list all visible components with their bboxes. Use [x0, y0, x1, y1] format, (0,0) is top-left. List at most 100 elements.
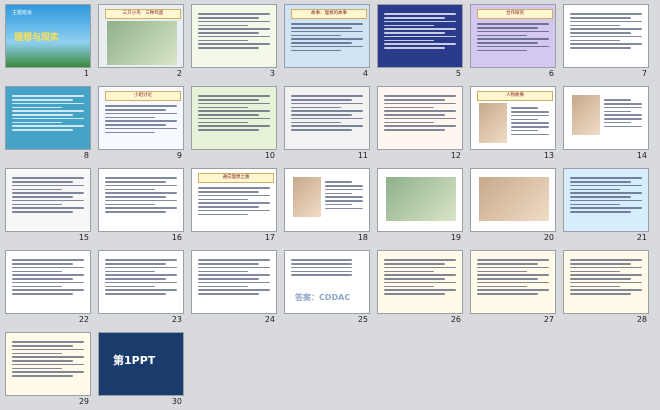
slide-number: 14	[636, 151, 647, 160]
slide-preview[interactable]: 第1PPT	[98, 332, 184, 396]
slide-thumbnail[interactable]: 5	[377, 4, 463, 80]
slide-thumbnail[interactable]: 11	[284, 86, 370, 162]
slide-text-lines	[570, 175, 642, 215]
slide-thumbnail[interactable]: 7	[563, 4, 649, 80]
slide-title: 三只小鸟 三种鸡蛋	[105, 9, 181, 19]
slide-number: 18	[357, 233, 368, 242]
slide-preview[interactable]: 合作探究	[470, 4, 556, 68]
slide-preview[interactable]	[5, 250, 91, 314]
slide-title: 人物故事	[477, 91, 553, 101]
slide-thumbnail[interactable]: 主题班会 理想与现实 1	[5, 4, 91, 80]
slide-thumbnail[interactable]: 16	[98, 168, 184, 244]
slide-number: 22	[78, 315, 89, 324]
slide-text-lines	[198, 257, 270, 297]
slide-preview[interactable]	[563, 168, 649, 232]
slide-title: 主题班会	[12, 10, 33, 16]
slide-number: 13	[543, 151, 554, 160]
slide-text-lines	[511, 105, 549, 137]
slide-thumbnail[interactable]: 26	[377, 250, 463, 326]
slide-preview[interactable]	[191, 4, 277, 68]
slide-thumbnail[interactable]: 12	[377, 86, 463, 162]
slide-image	[386, 177, 456, 221]
slide-preview[interactable]	[191, 86, 277, 150]
slide-thumbnail[interactable]: 28	[563, 250, 649, 326]
slide-image	[293, 177, 321, 217]
slide-number: 27	[543, 315, 554, 324]
slide-text-lines	[198, 185, 270, 217]
slide-thumbnail[interactable]: 19	[377, 168, 463, 244]
slide-number: 28	[636, 315, 647, 324]
slide-preview[interactable]	[470, 250, 556, 314]
slide-number: 7	[641, 69, 647, 78]
slide-thumbnail[interactable]: 第1PPT 30	[98, 332, 184, 408]
slide-preview[interactable]: 小组讨论	[98, 86, 184, 150]
slide-text-lines	[12, 257, 84, 297]
slide-preview[interactable]	[377, 4, 463, 68]
slide-sorter-grid: 主题班会 理想与现实 1 三只小鸟 三种鸡蛋 2 3 故事：理想的故事 4 5 合作探究 6 7 8 小组…	[0, 0, 660, 410]
slide-thumbnail[interactable]: 三只小鸟 三种鸡蛋 2	[98, 4, 184, 80]
slide-image	[107, 21, 177, 65]
slide-thumbnail[interactable]: 15	[5, 168, 91, 244]
slide-number: 23	[171, 315, 182, 324]
slide-preview[interactable]	[98, 168, 184, 232]
slide-thumbnail[interactable]: 人物故事 13	[470, 86, 556, 162]
slide-thumbnail[interactable]: 8	[5, 86, 91, 162]
slide-preview[interactable]: 故事：理想的故事	[284, 4, 370, 68]
slide-number: 17	[264, 233, 275, 242]
slide-thumbnail[interactable]: 21	[563, 168, 649, 244]
slide-text-lines	[570, 257, 642, 297]
slide-preview[interactable]: 主题班会 理想与现实	[5, 4, 91, 68]
slide-preview[interactable]	[5, 332, 91, 396]
slide-preview[interactable]	[191, 250, 277, 314]
slide-text-lines	[325, 179, 363, 211]
slide-preview[interactable]	[563, 4, 649, 68]
slide-thumbnail[interactable]: 29	[5, 332, 91, 408]
slide-thumbnail[interactable]: 18	[284, 168, 370, 244]
slide-thumbnail[interactable]: 合作探究 6	[470, 4, 556, 80]
slide-thumbnail[interactable]: 10	[191, 86, 277, 162]
slide-preview[interactable]	[98, 250, 184, 314]
slide-text-lines	[198, 11, 270, 51]
slide-preview[interactable]: 通向理想之路	[191, 168, 277, 232]
slide-title: 小组讨论	[105, 91, 181, 101]
slide-number: 29	[78, 397, 89, 406]
slide-text-lines	[604, 97, 642, 129]
slide-text-lines	[12, 339, 84, 379]
slide-preview[interactable]	[377, 86, 463, 150]
slide-preview[interactable]	[284, 86, 370, 150]
slide-text-lines	[105, 257, 177, 297]
slide-text-lines	[291, 257, 363, 278]
slide-thumbnail[interactable]: 故事：理想的故事 4	[284, 4, 370, 80]
slide-thumbnail[interactable]: 3	[191, 4, 277, 80]
slide-number: 24	[264, 315, 275, 324]
slide-answer: 答案：CDDAC	[295, 293, 351, 302]
slide-text-lines	[105, 175, 177, 215]
slide-thumbnail[interactable]: 22	[5, 250, 91, 326]
slide-thumbnail[interactable]: 小组讨论 9	[98, 86, 184, 162]
slide-image	[572, 95, 600, 135]
slide-preview[interactable]	[5, 86, 91, 150]
slide-preview[interactable]: 答案：CDDAC	[284, 250, 370, 314]
slide-number: 8	[83, 151, 89, 160]
slide-thumbnail[interactable]: 14	[563, 86, 649, 162]
slide-thumbnail[interactable]: 通向理想之路 17	[191, 168, 277, 244]
slide-thumbnail[interactable]: 23	[98, 250, 184, 326]
slide-thumbnail[interactable]: 20	[470, 168, 556, 244]
slide-thumbnail[interactable]: 27	[470, 250, 556, 326]
slide-preview[interactable]	[377, 168, 463, 232]
slide-preview[interactable]	[377, 250, 463, 314]
slide-preview[interactable]: 三只小鸟 三种鸡蛋	[98, 4, 184, 68]
slide-preview[interactable]	[563, 250, 649, 314]
slide-thumbnail[interactable]: 答案：CDDAC 25	[284, 250, 370, 326]
slide-text-lines	[105, 103, 177, 135]
slide-number: 16	[171, 233, 182, 242]
slide-preview[interactable]	[5, 168, 91, 232]
slide-preview[interactable]: 人物故事	[470, 86, 556, 150]
slide-text-lines	[477, 21, 549, 53]
slide-preview[interactable]	[563, 86, 649, 150]
slide-preview[interactable]	[470, 168, 556, 232]
slide-text-lines	[12, 175, 84, 215]
slide-preview[interactable]	[284, 168, 370, 232]
slide-thumbnail[interactable]: 24	[191, 250, 277, 326]
slide-number: 19	[450, 233, 461, 242]
